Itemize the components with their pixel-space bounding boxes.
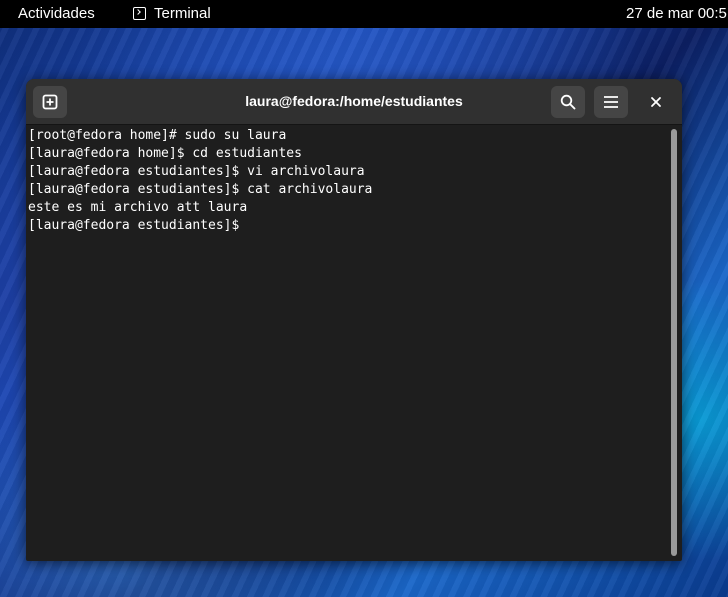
desktop: Actividades Terminal 27 de mar 00:5 laur… — [0, 0, 728, 597]
main-menu-button[interactable] — [594, 86, 628, 118]
header-bar: laura@fedora:/home/estudiantes — [26, 79, 682, 125]
top-bar: Actividades Terminal 27 de mar 00:5 — [0, 0, 728, 28]
terminal-window: laura@fedora:/home/estudiantes [root@fed… — [26, 79, 682, 561]
terminal-line: [root@fedora home]# sudo su laura — [28, 128, 287, 143]
terminal-line: [laura@fedora estudiantes]$ vi archivola… — [28, 164, 365, 179]
terminal-output[interactable]: [root@fedora home]# sudo su laura [laura… — [26, 125, 668, 561]
terminal-line: este es mi archivo att laura — [28, 200, 248, 215]
close-icon — [651, 97, 661, 107]
terminal-prompt[interactable]: [laura@fedora estudiantes]$ — [28, 217, 668, 235]
hamburger-menu-icon — [604, 96, 618, 108]
terminal-line: [laura@fedora home]$ cd estudiantes — [28, 146, 302, 161]
activities-button[interactable]: Actividades — [18, 5, 95, 22]
scrollbar[interactable] — [671, 129, 677, 556]
terminal-icon — [133, 7, 146, 20]
app-menu[interactable]: Terminal — [133, 5, 211, 22]
close-button[interactable] — [642, 88, 670, 116]
search-button[interactable] — [551, 86, 585, 118]
terminal-line: [laura@fedora estudiantes]$ cat archivol… — [28, 182, 373, 197]
app-menu-label: Terminal — [154, 5, 211, 22]
search-icon — [560, 94, 576, 110]
clock[interactable]: 27 de mar 00:5 — [626, 5, 727, 22]
